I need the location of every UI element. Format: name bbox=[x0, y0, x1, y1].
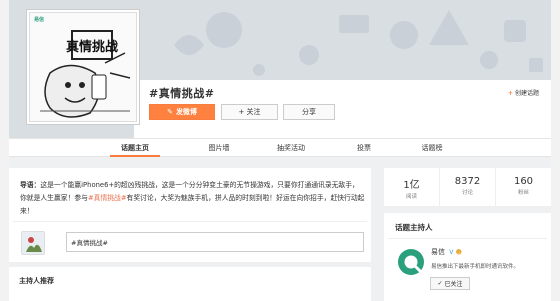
topic-tabs: 话题主页 图片墙 抽奖活动 投票 话题榜 bbox=[9, 138, 551, 157]
tab-image-wall[interactable]: 图片墙 bbox=[194, 139, 244, 157]
tab-lottery[interactable]: 抽奖活动 bbox=[266, 139, 316, 157]
stat-fans: 160 粉丝 bbox=[496, 168, 551, 206]
topic-intro: 导语：这是一个能赢iPhone6+的超凶残挑战，这是一个分分钟变土豪的无节操游戏… bbox=[20, 179, 365, 218]
stat-reads: 1亿 阅读 bbox=[384, 168, 440, 206]
tab-topic-ranking[interactable]: 话题榜 bbox=[407, 139, 457, 157]
yixin-logo-icon[interactable] bbox=[397, 248, 425, 276]
verified-icon: V bbox=[449, 249, 454, 256]
tab-label: 抽奖活动 bbox=[277, 144, 305, 152]
create-topic-link[interactable]: + 创建话题 bbox=[508, 88, 539, 97]
topic-title: #真情挑战# bbox=[149, 87, 215, 100]
comic-illustration-icon: 真情挑战 bbox=[40, 30, 131, 118]
host-recommend-title: 主持人推荐 bbox=[19, 277, 54, 285]
user-avatar-icon bbox=[22, 232, 44, 254]
followed-label: 已关注 bbox=[444, 281, 463, 288]
topic-stats: 1亿 阅读 8372 讨论 160 粉丝 bbox=[384, 168, 551, 206]
post-weibo-button[interactable]: ✎ 发微博 bbox=[149, 104, 215, 120]
host-description: 易信推出下最新手机即时通讯软件。 bbox=[431, 264, 520, 270]
stat-number: 160 bbox=[513, 176, 534, 187]
post-button-label: 发微博 bbox=[175, 108, 197, 116]
emoji-icon: ☻ bbox=[455, 249, 462, 256]
host-name: 易信 bbox=[431, 248, 445, 256]
share-button[interactable]: 分享 bbox=[283, 104, 335, 120]
tab-label: 话题主页 bbox=[121, 144, 149, 152]
stat-label: 粉丝 bbox=[517, 190, 529, 196]
stat-label: 阅读 bbox=[405, 194, 417, 200]
stat-discussions: 8372 讨论 bbox=[440, 168, 496, 206]
followed-button[interactable]: ✓ 已关注 bbox=[430, 277, 470, 290]
stat-number: 8372 bbox=[454, 176, 481, 187]
intro-prefix: 导语： bbox=[20, 181, 41, 189]
avatar-art-text: 真情挑战 bbox=[66, 39, 118, 55]
follow-button-label: + 关注 bbox=[238, 108, 261, 116]
stat-label: 讨论 bbox=[461, 190, 473, 196]
host-name-link[interactable]: 易信 V ☻ bbox=[431, 247, 462, 257]
topic-host-card: 话题主持人 易信 V ☻ 易信推出下最新手机即时通讯软件。 ✓ 已关注 bbox=[384, 213, 551, 301]
compose-weibo-input[interactable] bbox=[66, 232, 364, 252]
stat-number: 1亿 bbox=[403, 180, 420, 191]
share-button-label: 分享 bbox=[302, 108, 316, 116]
topic-banner: 易信 真情挑战 #真情挑战# ✎ 发微博 + 关注 分享 + 创建话题 bbox=[9, 0, 551, 138]
host-card-title: 话题主持人 bbox=[395, 223, 433, 232]
check-icon: ✓ bbox=[437, 280, 443, 287]
intro-hashtag-link[interactable]: #真情挑战# bbox=[88, 194, 127, 202]
create-topic-label: 创建话题 bbox=[514, 90, 539, 97]
follow-button[interactable]: + 关注 bbox=[221, 104, 278, 120]
divider bbox=[388, 238, 547, 239]
tab-vote[interactable]: 投票 bbox=[339, 139, 389, 157]
divider bbox=[13, 221, 367, 222]
page-frame: 易信 真情挑战 #真情挑战# ✎ 发微博 + 关注 分享 + 创建话题 话题主页… bbox=[9, 0, 551, 301]
main-column: 导语：这是一个能赢iPhone6+的超凶残挑战，这是一个分分钟变土豪的无节操游戏… bbox=[9, 168, 371, 301]
tab-topic-home[interactable]: 话题主页 bbox=[110, 139, 160, 157]
section-gap bbox=[9, 262, 371, 267]
topic-avatar: 易信 真情挑战 bbox=[26, 9, 140, 125]
tab-label: 话题榜 bbox=[421, 144, 443, 152]
tab-label: 图片墙 bbox=[208, 144, 230, 152]
user-avatar[interactable] bbox=[21, 231, 45, 255]
tab-label: 投票 bbox=[357, 144, 371, 152]
edit-icon: ✎ bbox=[167, 108, 173, 116]
plus-icon: + bbox=[507, 90, 513, 97]
